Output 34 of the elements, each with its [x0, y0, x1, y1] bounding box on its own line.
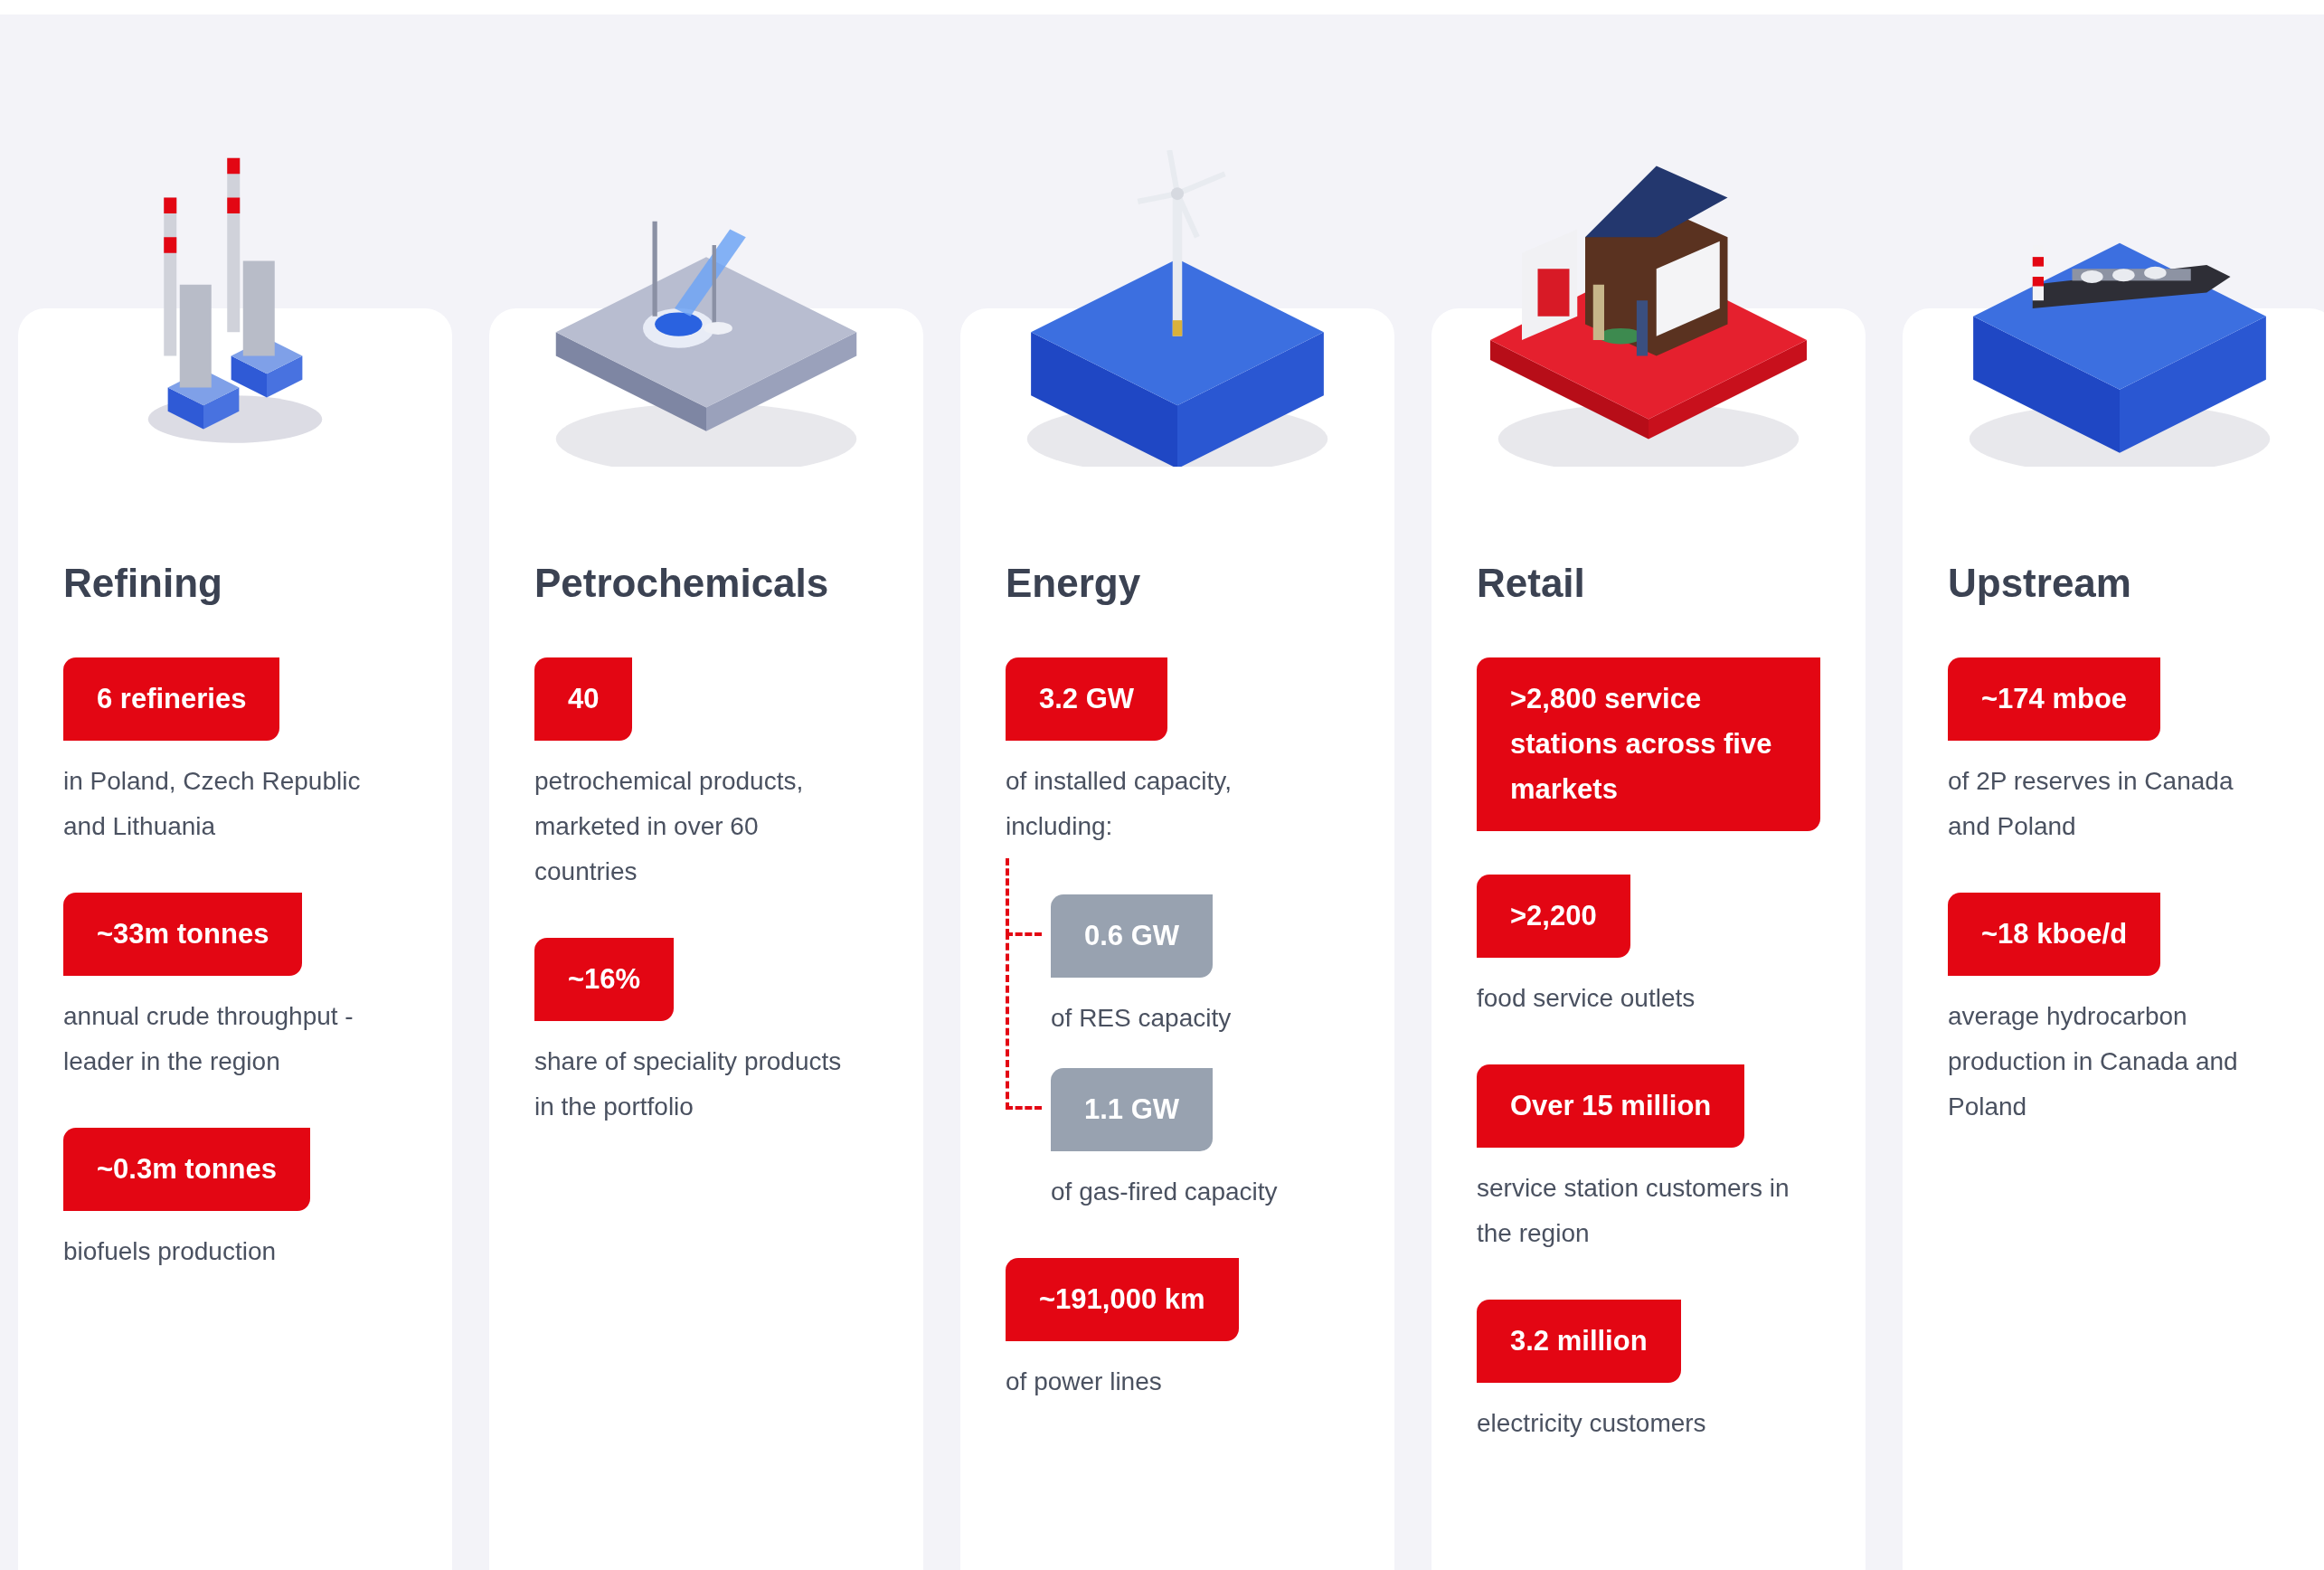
stat-badge: >2,800 service stations across five markets: [1477, 657, 1820, 831]
stat-badge: ~174 mboe: [1948, 657, 2161, 741]
stat-badge: >2,200: [1477, 875, 1630, 958]
stat-caption: biofuels production: [63, 1236, 278, 1267]
stat-caption: electricity customers: [1477, 1408, 1707, 1439]
stat-caption: annual crude throughput - leader in the region: [63, 1001, 354, 1077]
stat-caption: of gas-fired capacity: [1051, 1177, 1279, 1207]
stat-badge: 1.1 GW: [1051, 1068, 1214, 1151]
stat-badge: 40: [534, 657, 633, 741]
stat-caption: of power lines: [1006, 1367, 1163, 1397]
category-title: Refining: [63, 560, 222, 607]
stat-badge: ~16%: [534, 938, 675, 1021]
stat-caption: share of speciality products in the portfolio: [534, 1046, 843, 1122]
stat-badge: ~33m tonnes: [63, 893, 303, 976]
stat-badge: ~18 kboe/d: [1948, 893, 2161, 976]
stat-caption: service station customers in the region: [1477, 1173, 1790, 1249]
stat-caption: food service outlets: [1477, 983, 1696, 1014]
stat-caption: of RES capacity: [1051, 1003, 1233, 1034]
stat-caption: in Poland, Czech Republic and Lithuania: [63, 766, 362, 842]
stat-badge: 3.2 million: [1477, 1300, 1681, 1383]
stat-badge: 6 refineries: [63, 657, 280, 741]
stat-caption: of 2P reserves in Canada and Poland: [1948, 766, 2234, 842]
stat-badge: 0.6 GW: [1051, 894, 1214, 978]
stat-badge: 3.2 GW: [1006, 657, 1168, 741]
stat-caption: petrochemical products, marketed in over 60 countries: [534, 766, 805, 887]
category-title: Energy: [1006, 560, 1141, 607]
category-title: Retail: [1477, 560, 1585, 607]
category-title: Upstream: [1948, 560, 2131, 607]
category-title: Petrochemicals: [534, 560, 829, 607]
stat-badge: Over 15 million: [1477, 1064, 1745, 1148]
stat-badge: ~0.3m tonnes: [63, 1128, 310, 1211]
stat-caption: average hydrocarbon production in Canada and Poland: [1948, 1001, 2239, 1122]
stat-caption: of installed capacity, including:: [1006, 766, 1233, 842]
stat-badge: ~191,000 km: [1006, 1258, 1239, 1341]
